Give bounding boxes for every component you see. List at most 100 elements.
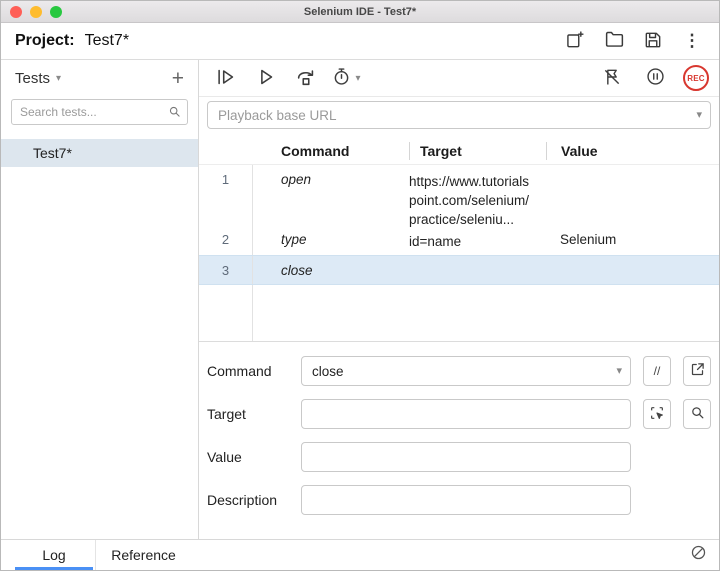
window-title: Selenium IDE - Test7* <box>304 6 416 18</box>
description-form-row: Description <box>207 485 719 515</box>
chevron-down-icon: ▾ <box>56 73 61 84</box>
value-field-label: Value <box>207 449 301 465</box>
row-value <box>546 256 719 284</box>
play-all-icon <box>215 66 237 91</box>
toggle-comment-button[interactable]: // <box>643 356 671 386</box>
command-form-row: Command ▾ // <box>207 356 719 386</box>
clear-log-icon[interactable] <box>690 544 707 566</box>
titlebar: Selenium IDE - Test7* <box>1 1 719 23</box>
test-list: Test7* <box>1 139 198 167</box>
tab-log[interactable]: Log <box>13 540 95 570</box>
traffic-lights <box>10 6 62 18</box>
add-test-button[interactable]: + <box>172 68 184 89</box>
project-label: Project: <box>15 32 75 50</box>
project-header: Project: Test7* ⋮ <box>1 23 719 59</box>
description-field <box>301 485 631 515</box>
row-target <box>409 256 546 284</box>
tests-dropdown-label: Tests <box>15 70 50 87</box>
zoom-window-button[interactable] <box>50 6 62 18</box>
test-list-item[interactable]: Test7* <box>1 139 198 167</box>
column-header-command: Command <box>253 143 409 159</box>
bottom-panel-tabs: Log Reference <box>1 539 719 570</box>
run-current-test-button[interactable] <box>251 64 281 92</box>
row-command: type <box>253 225 409 255</box>
tests-dropdown[interactable]: Tests ▾ <box>15 70 61 87</box>
row-command: close <box>253 256 409 284</box>
tab-reference-label: Reference <box>111 547 176 563</box>
row-value: Selenium <box>546 225 719 255</box>
empty-rows-area <box>253 285 719 341</box>
value-input[interactable] <box>301 442 631 472</box>
disable-breakpoints-button[interactable] <box>597 64 627 92</box>
new-project-button[interactable] <box>560 28 590 54</box>
target-input[interactable] <box>301 399 631 429</box>
step-over-button[interactable] <box>291 64 321 92</box>
play-icon <box>255 66 277 91</box>
target-form-row: Target <box>207 399 719 429</box>
search-icon <box>168 105 181 118</box>
open-in-new-icon <box>690 362 705 380</box>
command-detail-form: Command ▾ // Target <box>199 341 719 539</box>
sidebar-header: Tests ▾ + <box>1 60 198 97</box>
test-search <box>11 99 188 125</box>
chevron-down-icon[interactable]: ▾ <box>696 108 702 121</box>
test-speed-button[interactable]: ▾ <box>331 64 361 92</box>
playback-url-row: ▾ <box>199 97 719 133</box>
value-form-row: Value <box>207 442 719 472</box>
toolbar-left-group: ▾ <box>211 64 361 92</box>
close-window-button[interactable] <box>10 6 22 18</box>
minimize-window-button[interactable] <box>30 6 42 18</box>
step-over-icon <box>295 66 317 91</box>
select-target-button[interactable] <box>643 399 671 429</box>
command-row[interactable]: 2 type id=name Selenium <box>199 225 719 255</box>
row-target: https://www.tutorialspoint.com/selenium/… <box>409 165 546 229</box>
row-number-column-filler <box>199 285 253 341</box>
tab-log-label: Log <box>42 547 65 563</box>
column-header-value: Value <box>546 142 719 160</box>
open-reference-button[interactable] <box>683 356 711 386</box>
target-field <box>301 399 631 429</box>
target-field-label: Target <box>207 406 301 422</box>
column-header-target: Target <box>409 142 546 160</box>
select-target-icon <box>649 405 665 424</box>
find-target-button[interactable] <box>683 399 711 429</box>
project-actions: ⋮ <box>560 28 707 54</box>
test-item-label: Test7* <box>33 145 72 161</box>
playback-url-input[interactable] <box>207 101 711 129</box>
command-row[interactable]: 1 open https://www.tutorialspoint.com/se… <box>199 165 719 225</box>
row-target: id=name <box>409 225 546 255</box>
save-project-button[interactable] <box>638 28 668 54</box>
open-project-button[interactable] <box>599 28 629 54</box>
row-number: 1 <box>199 165 253 229</box>
record-button[interactable]: REC <box>683 65 709 91</box>
pause-circle-icon <box>645 66 666 90</box>
tests-sidebar: Tests ▾ + Test7* <box>1 60 199 539</box>
command-select-input[interactable] <box>301 356 631 386</box>
tab-reference[interactable]: Reference <box>95 540 191 570</box>
row-number: 2 <box>199 225 253 255</box>
kebab-icon: ⋮ <box>684 31 701 51</box>
chevron-down-icon[interactable]: ▾ <box>616 364 622 377</box>
command-combobox: ▾ <box>301 356 631 386</box>
command-row-selected[interactable]: 3 close <box>199 255 719 285</box>
more-menu-button[interactable]: ⋮ <box>677 28 707 54</box>
pause-on-exceptions-button[interactable] <box>640 64 670 92</box>
main-panel: ▾ REC <box>199 60 719 539</box>
search-tests-input[interactable] <box>11 99 188 125</box>
playback-url-combobox: ▾ <box>207 101 711 129</box>
content: Tests ▾ + Test7* <box>1 59 719 539</box>
command-table-empty-area <box>199 285 719 341</box>
description-input[interactable] <box>301 485 631 515</box>
description-field-label: Description <box>207 492 301 508</box>
folder-icon <box>604 29 625 53</box>
row-value <box>546 165 719 229</box>
active-tab-underline <box>15 567 93 570</box>
playback-toolbar: ▾ REC <box>199 60 719 97</box>
disable-breakpoints-icon <box>602 67 622 90</box>
selenium-ide-window: Selenium IDE - Test7* Project: Test7* <box>0 0 720 571</box>
search-icon <box>690 405 705 423</box>
toolbar-right-group: REC <box>597 64 709 92</box>
command-field-label: Command <box>207 363 301 379</box>
run-all-tests-button[interactable] <box>211 64 241 92</box>
row-number: 3 <box>199 256 253 284</box>
